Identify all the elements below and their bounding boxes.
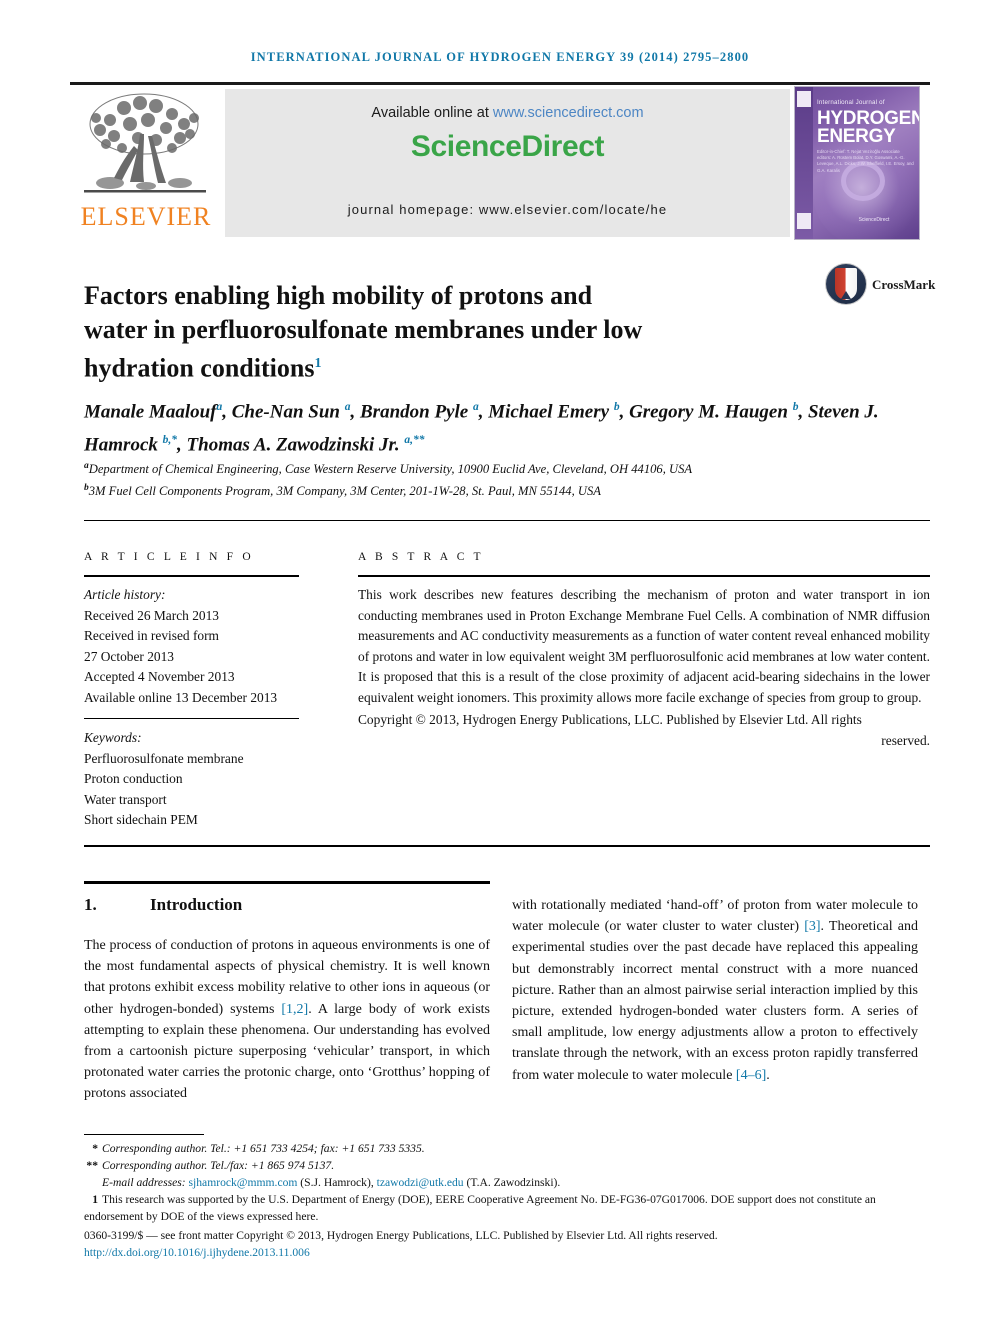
abstract-heading: A B S T R A C T [358,551,484,563]
doi-link-wrapper[interactable]: http://dx.doi.org/10.1016/j.ijhydene.201… [84,1244,922,1261]
footnote-funding-text: This research was supported by the U.S. … [84,1193,876,1223]
keywords-rule [84,718,299,719]
abstract-text: This work describes new features describ… [358,587,930,705]
elsevier-wordmark: ELSEVIER [80,202,212,231]
keywords-label: Keywords: [84,730,142,745]
email-link-zawodzinski[interactable]: tzawodzi@utk.edu [377,1176,464,1189]
email-link-hamrock[interactable]: sjhamrock@mmm.com [189,1176,298,1189]
section-title: Introduction [150,895,243,914]
author-list: Manale Maaloufa, Che-Nan Sun a, Brandon … [84,401,879,456]
intro-column-left: The process of conduction of protons in … [84,938,490,1102]
info-top-rule [84,520,930,521]
intro-column-right: with rotationally mediated ‘hand-off’ of… [512,898,919,1083]
footnote-block: * Corresponding author. Tel.: +1 651 733 … [84,1140,922,1261]
footnote-mark-2: ** [86,1159,98,1172]
title-line-3: hydration conditions [84,354,315,384]
history-item-0: Received 26 March 2013 [84,607,219,623]
issn-copyright-line: 0360-3199/$ — see front matter Copyright… [84,1229,718,1242]
email-addresses-label: E-mail addresses: [102,1176,189,1189]
footnote-rule [84,1134,204,1135]
crossmark-label: CrossMark [872,277,936,292]
crossmark-circle-icon [826,264,866,304]
section-heading: 1. Introduction [84,895,490,915]
section-number: 1. [84,895,97,914]
sciencedirect-logo[interactable]: ScienceDirect [225,130,790,164]
body-top-rule [84,845,930,847]
abstract-copyright-text: Copyright © 2013, Hydrogen Energy Public… [358,712,862,727]
footnote-corresponding-1: * Corresponding author. Tel.: +1 651 733 … [84,1140,922,1157]
title-footnote-marker[interactable]: 1 [314,356,321,371]
article-history: Article history: Received 26 March 2013 … [84,585,299,708]
journal-cover-thumbnail[interactable]: International Journal of HYDROGEN ENERGY… [794,86,920,240]
history-item-4: Available online 13 December 2013 [84,689,278,705]
article-info-heading: A R T I C L E I N F O [84,551,254,563]
article-page: INTERNATIONAL JOURNAL OF HYDROGEN ENERGY… [0,0,992,1323]
keywords-list: Keywords: Perfluorosulfonate membrane Pr… [84,728,299,831]
email-owner-zawodzinski: (T.A. Zawodzinski). [463,1176,561,1189]
history-item-3: Accepted 4 November 2013 [84,669,235,684]
crossmark-badge[interactable]: CrossMark [826,264,935,308]
footnote-mark-1: * [92,1142,98,1155]
cover-elsevier-mark-icon [797,91,811,107]
abstract-body: This work describes new features describ… [358,585,930,751]
footnote-corresponding-2: ** Corresponding author. Tel./fax: +1 865… [84,1157,922,1174]
sciencedirect-band: Available online at www.sciencedirect.co… [225,89,790,237]
cover-ihe-mark-icon [797,213,811,229]
footnote-mark-funding: 1 [92,1193,98,1206]
footnote-corresponding-1-text: Corresponding author. Tel.: +1 651 733 4… [102,1142,425,1155]
cover-title-line2: ENERGY [817,126,896,147]
elsevier-tree-icon [84,93,206,193]
available-online-line: Available online at www.sciencedirect.co… [225,105,790,121]
running-head: INTERNATIONAL JOURNAL OF HYDROGEN ENERGY… [250,50,750,64]
cover-editors: Editor-in-Chief: T. Nejat Veziroğlu Asso… [817,149,914,173]
cover-journal-prefix: International Journal of [817,99,885,106]
crossmark-notch-icon [841,291,851,299]
footnote-funding: 1 This research was supported by the U.S.… [84,1191,922,1225]
abstract-copyright-tail: reserved. [881,732,930,748]
history-item-1: Received in revised form [84,628,219,643]
keyword-1[interactable]: Proton conduction [84,771,183,786]
journal-masthead: ELSEVIER Available online at www.science… [70,82,930,240]
cover-sciencedirect-mark: ScienceDirect [858,217,890,223]
available-online-text: Available online at [371,105,493,121]
journal-homepage-line[interactable]: journal homepage: www.elsevier.com/locat… [225,202,790,217]
elsevier-logo: ELSEVIER [72,88,220,238]
affiliation-b: 3M Fuel Cell Components Program, 3M Comp… [88,484,601,499]
footnote-corresponding-2-text: Corresponding author. Tel./fax: +1 865 9… [102,1159,335,1172]
footnote-emails: E-mail addresses: sjhamrock@mmm.com (S.J… [84,1174,922,1191]
title-line-2: water in perfluorosulfonate membranes un… [84,315,643,345]
page-title: Factors enabling high mobility of proton… [84,279,724,386]
keyword-0[interactable]: Perfluorosulfonate membrane [84,751,244,766]
email-owner-hamrock: (S.J. Hamrock), [297,1176,377,1189]
abstract-heading-rule [358,575,930,577]
sciencedirect-link[interactable]: www.sciencedirect.com [493,105,644,121]
info-heading-rule [84,575,299,577]
affiliations: aDepartment of Chemical Engineering, Cas… [84,457,914,501]
article-history-label: Article history: [84,587,166,602]
history-item-2: 27 October 2013 [84,648,174,664]
masthead-top-rule [70,82,930,85]
section-rule [84,881,490,884]
doi-link[interactable]: http://dx.doi.org/10.1016/j.ijhydene.201… [84,1246,310,1259]
title-line-1: Factors enabling high mobility of proton… [84,281,593,311]
keyword-2[interactable]: Water transport [84,792,167,807]
abstract-copyright: Copyright © 2013, Hydrogen Energy Public… [358,710,930,751]
keyword-3[interactable]: Short sidechain PEM [84,812,198,827]
affiliation-a: Department of Chemical Engineering, Case… [88,462,693,477]
